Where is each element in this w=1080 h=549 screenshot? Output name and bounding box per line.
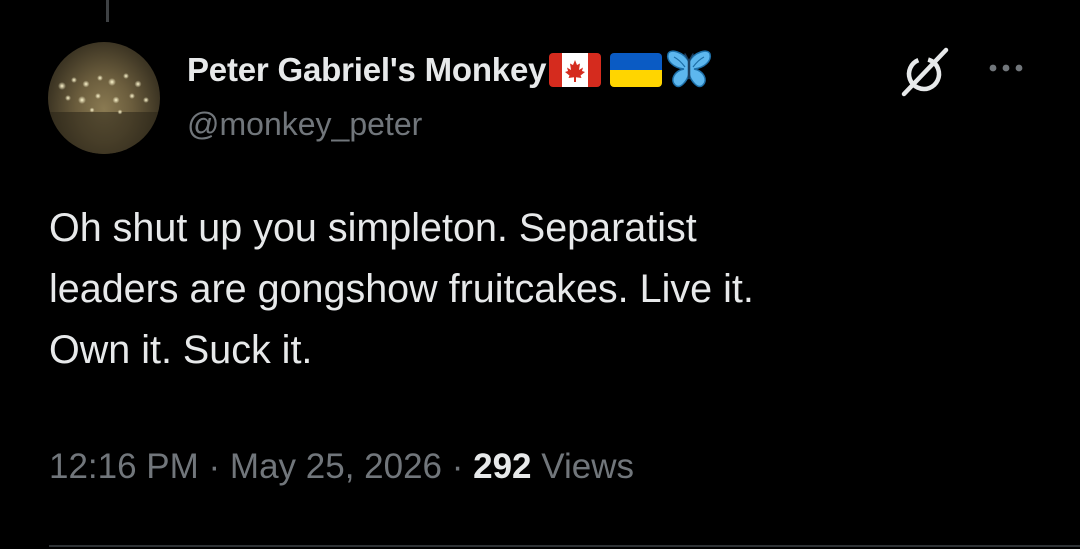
author-display-name[interactable]: Peter Gabriel's Monkey — [187, 51, 546, 89]
views-count[interactable]: 292 — [473, 447, 531, 486]
ukraine-flag-icon — [610, 53, 663, 87]
tweet-time[interactable]: 12:16 PM — [49, 447, 199, 486]
more-options-icon[interactable] — [984, 52, 1030, 82]
tweet-date[interactable]: May 25, 2026 — [230, 447, 442, 486]
author-name-row[interactable]: Peter Gabriel's Monkey — [187, 48, 716, 92]
avatar-image — [48, 73, 160, 154]
thread-connector-line — [106, 0, 109, 22]
meta-separator: · — [442, 447, 474, 486]
avatar[interactable] — [48, 42, 160, 154]
views-label[interactable]: Views — [541, 447, 634, 486]
grok-icon[interactable] — [898, 44, 954, 100]
author-handle[interactable]: @monkey_peter — [187, 106, 422, 143]
canada-flag-icon — [549, 53, 602, 87]
butterfly-icon — [662, 48, 716, 92]
divider — [49, 545, 1080, 547]
tweet-meta: 12:16 PM · May 25, 2026 · 292 Views — [49, 447, 634, 487]
meta-separator: · — [198, 447, 230, 486]
tweet-text: Oh shut up you simpleton. Separatist lea… — [49, 206, 754, 372]
